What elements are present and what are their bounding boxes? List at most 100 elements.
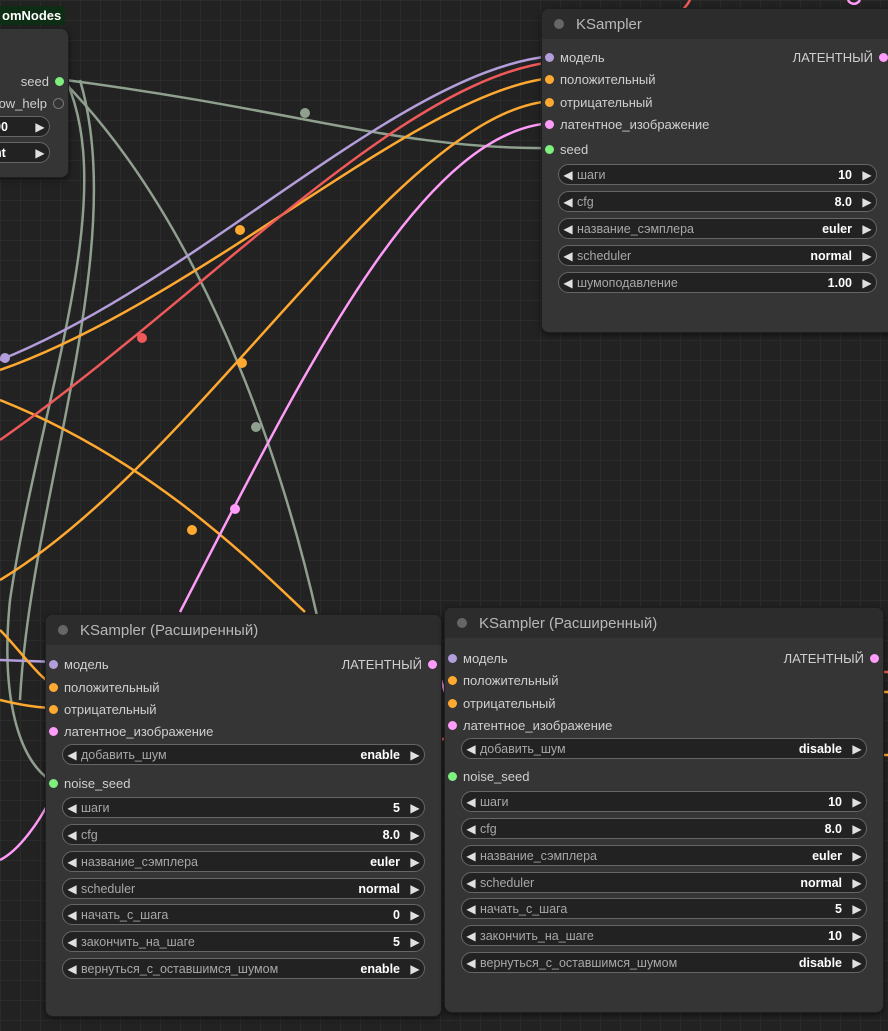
widget-scheduler[interactable]: ◀ scheduler normal ▶ <box>461 872 867 893</box>
increment-arrow-icon[interactable]: ▶ <box>858 276 876 290</box>
int-output-dot[interactable] <box>55 76 64 86</box>
decrement-arrow-icon[interactable]: ◀ <box>462 876 480 890</box>
link-midpoint[interactable] <box>230 504 240 514</box>
widget-scheduler[interactable]: ◀ scheduler normal ▶ <box>62 878 425 899</box>
widget-scheduler[interactable]: ◀ scheduler normal ▶ <box>558 245 877 266</box>
widget-end-at-step[interactable]: ◀ закончить_на_шаге 10 ▶ <box>461 925 867 946</box>
collapse-dot-icon[interactable] <box>58 625 68 635</box>
widget-cfg[interactable]: ◀ cfg 8.0 ▶ <box>62 824 425 845</box>
collapse-dot-icon[interactable] <box>554 19 564 29</box>
decrement-arrow-icon[interactable]: ◀ <box>462 822 480 836</box>
decrement-arrow-icon[interactable]: ◀ <box>63 855 81 869</box>
node-title-bar[interactable]: KSampler (Расширенный) <box>445 608 883 638</box>
decrement-arrow-icon[interactable]: ◀ <box>462 795 480 809</box>
widget-end-at-step[interactable]: ◀ закончить_на_шаге 5 ▶ <box>62 931 425 952</box>
widget-sampler-name[interactable]: ◀ название_сэмплера euler ▶ <box>461 845 867 866</box>
increment-arrow-icon[interactable]: ▶ <box>858 168 876 182</box>
increment-arrow-icon[interactable]: ▶ <box>848 822 866 836</box>
decrement-arrow-icon[interactable]: ◀ <box>63 908 81 922</box>
input-positive[interactable]: положительный <box>545 69 656 89</box>
seed-output[interactable]: seed <box>21 71 64 91</box>
increment-arrow-icon[interactable]: ▶ <box>858 249 876 263</box>
latent-input-dot[interactable] <box>448 720 457 730</box>
widget-cfg[interactable]: ◀ cfg 8.0 ▶ <box>558 191 877 212</box>
widget-start-at-step[interactable]: ◀ начать_с_шага 0 ▶ <box>62 904 425 925</box>
decrement-arrow-icon[interactable]: ◀ <box>63 935 81 949</box>
increment-arrow-icon[interactable]: ▶ <box>848 742 866 756</box>
latent-input-dot[interactable] <box>545 119 554 129</box>
input-positive[interactable]: положительный <box>49 677 160 697</box>
widget-return-with-leftover-noise[interactable]: ◀ вернуться_с_оставшимся_шумом disable ▶ <box>461 952 867 973</box>
increment-arrow-icon[interactable]: ▶ <box>848 849 866 863</box>
int-input-dot[interactable] <box>448 771 457 781</box>
input-model[interactable]: модель <box>49 654 109 674</box>
decrement-arrow-icon[interactable]: ◀ <box>462 902 480 916</box>
increment-arrow-icon[interactable]: ▶ <box>31 120 49 134</box>
increment-arrow-icon[interactable]: ▶ <box>406 908 424 922</box>
increment-arrow-icon[interactable]: ▶ <box>406 962 424 976</box>
model-input-dot[interactable] <box>545 52 554 62</box>
decrement-arrow-icon[interactable]: ◀ <box>462 956 480 970</box>
increment-arrow-icon[interactable]: ▶ <box>858 195 876 209</box>
input-model[interactable]: модель <box>448 648 508 668</box>
decrement-arrow-icon[interactable]: ◀ <box>63 801 81 815</box>
increment-arrow-icon[interactable]: ▶ <box>848 795 866 809</box>
increment-arrow-icon[interactable]: ▶ <box>406 935 424 949</box>
widget-steps[interactable]: ◀ шаги 10 ▶ <box>558 164 877 185</box>
input-negative[interactable]: отрицательный <box>49 699 157 719</box>
decrement-arrow-icon[interactable]: ◀ <box>63 748 81 762</box>
link-midpoint[interactable] <box>237 358 247 368</box>
int-input-dot[interactable] <box>49 778 58 788</box>
input-negative[interactable]: отрицательный <box>448 693 556 713</box>
output-latent[interactable]: ЛАТЕНТНЫЙ <box>342 654 437 674</box>
input-noise-seed[interactable]: noise_seed <box>448 766 530 786</box>
model-input-dot[interactable] <box>448 653 457 663</box>
widget-sampler-name[interactable]: ◀ название_сэмплера euler ▶ <box>62 851 425 872</box>
decrement-arrow-icon[interactable]: ◀ <box>462 849 480 863</box>
latent-input-dot[interactable] <box>49 726 58 736</box>
widget-start-at-step[interactable]: ◀ начать_с_шага 5 ▶ <box>461 898 867 919</box>
decrement-arrow-icon[interactable]: ◀ <box>462 929 480 943</box>
ksampler-advanced-node-2[interactable]: KSampler (Расширенный) модель ЛАТЕНТНЫЙ … <box>444 607 884 1013</box>
partial-seed-node[interactable]: seed ow_help 90 ▶ nt ▶ <box>0 28 69 178</box>
latent-output-dot[interactable] <box>870 653 879 663</box>
help-output[interactable]: ow_help <box>0 93 64 113</box>
widget-denoise[interactable]: ◀ шумоподавление 1.00 ▶ <box>558 272 877 293</box>
link-midpoint[interactable] <box>187 525 197 535</box>
decrement-arrow-icon[interactable]: ◀ <box>559 195 577 209</box>
node-title-bar[interactable]: KSampler <box>542 9 888 39</box>
help-output-dot[interactable] <box>53 97 64 109</box>
decrement-arrow-icon[interactable]: ◀ <box>559 276 577 290</box>
partial-widget-1[interactable]: 90 ▶ <box>0 116 50 137</box>
input-latent-image[interactable]: латентное_изображение <box>49 721 213 741</box>
widget-steps[interactable]: ◀ шаги 10 ▶ <box>461 791 867 812</box>
conditioning-input-dot[interactable] <box>49 704 58 714</box>
decrement-arrow-icon[interactable]: ◀ <box>559 249 577 263</box>
decrement-arrow-icon[interactable]: ◀ <box>559 168 577 182</box>
link-midpoint[interactable] <box>251 422 261 432</box>
widget-add-noise[interactable]: ◀ добавить_шум disable ▶ <box>461 738 867 759</box>
latent-output-dot[interactable] <box>428 659 437 669</box>
input-latent-image[interactable]: латентное_изображение <box>448 715 612 735</box>
increment-arrow-icon[interactable]: ▶ <box>848 956 866 970</box>
input-seed[interactable]: seed <box>545 139 588 159</box>
widget-steps[interactable]: ◀ шаги 5 ▶ <box>62 797 425 818</box>
conditioning-input-dot[interactable] <box>49 682 58 692</box>
decrement-arrow-icon[interactable]: ◀ <box>462 742 480 756</box>
node-title-bar[interactable]: KSampler (Расширенный) <box>46 615 441 645</box>
output-latent[interactable]: ЛАТЕНТНЫЙ <box>793 47 888 67</box>
input-model[interactable]: модель <box>545 47 605 67</box>
output-latent[interactable]: ЛАТЕНТНЫЙ <box>784 648 879 668</box>
increment-arrow-icon[interactable]: ▶ <box>848 929 866 943</box>
link-midpoint[interactable] <box>300 108 310 118</box>
decrement-arrow-icon[interactable]: ◀ <box>559 222 577 236</box>
input-latent-image[interactable]: латентное_изображение <box>545 114 709 134</box>
ksampler-advanced-node-1[interactable]: KSampler (Расширенный) модель ЛАТЕНТНЫЙ … <box>45 614 442 1017</box>
partial-widget-2[interactable]: nt ▶ <box>0 142 50 163</box>
latent-output-dot[interactable] <box>879 52 888 62</box>
widget-add-noise[interactable]: ◀ добавить_шум enable ▶ <box>62 744 425 765</box>
increment-arrow-icon[interactable]: ▶ <box>31 146 49 160</box>
int-input-dot[interactable] <box>545 144 554 154</box>
increment-arrow-icon[interactable]: ▶ <box>848 902 866 916</box>
link-midpoint[interactable] <box>235 225 245 235</box>
